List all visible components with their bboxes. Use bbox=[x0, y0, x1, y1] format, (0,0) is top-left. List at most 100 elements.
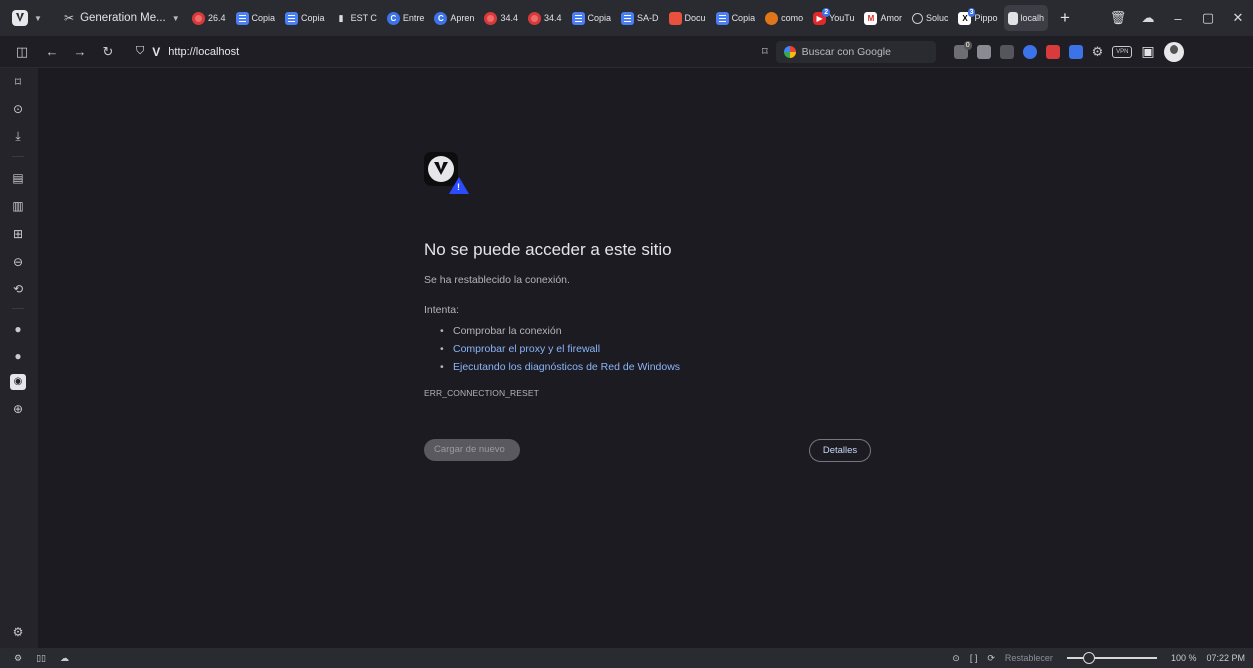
settings-icon[interactable]: ⚙ bbox=[10, 624, 26, 640]
new-tab-button[interactable]: + bbox=[1050, 8, 1080, 28]
web-panel-icon[interactable]: ● bbox=[10, 348, 26, 364]
tab-item[interactable]: SA-D bbox=[617, 5, 663, 31]
tab-item[interactable]: C Entre bbox=[383, 5, 429, 31]
tab-label: EST C bbox=[350, 13, 377, 23]
tab-item[interactable]: Soluc bbox=[908, 5, 953, 31]
pdf-icon bbox=[668, 11, 682, 25]
tab-item[interactable]: Copia bbox=[232, 5, 280, 31]
tiling-toggle-icon[interactable]: [ ] bbox=[970, 653, 978, 663]
tab-generation[interactable]: ✂ Generation Me... ▼ bbox=[56, 5, 186, 31]
reading-list-panel-icon[interactable]: ▥ bbox=[10, 198, 26, 214]
tab-label: 34.4 bbox=[543, 13, 562, 23]
tab-item[interactable]: ▮ EST C bbox=[331, 5, 381, 31]
red-circle-icon bbox=[527, 11, 541, 25]
bookmarks-panel-icon[interactable]: ⌑ bbox=[10, 74, 26, 90]
tab-badge: 3 bbox=[967, 7, 976, 17]
tab-label: Copia bbox=[587, 13, 612, 23]
translate-panel-icon[interactable]: ⊞ bbox=[10, 226, 26, 242]
tab-label: 26.4 bbox=[208, 13, 226, 23]
reload-button[interactable]: Cargar de nuevo bbox=[424, 439, 520, 461]
tiling-icon[interactable]: ▯▯ bbox=[36, 653, 46, 664]
notes-panel-icon[interactable]: ▤ bbox=[10, 170, 26, 186]
status-bar-right: ⊙ [ ] ⟳ Restablecer 100 % 07:22 PM bbox=[952, 652, 1253, 664]
web-panel-icon[interactable]: ● bbox=[10, 321, 26, 337]
zoom-slider-thumb[interactable] bbox=[1082, 652, 1095, 664]
zoom-slider[interactable] bbox=[1066, 652, 1157, 664]
minimize-button[interactable]: – bbox=[1163, 11, 1193, 26]
zoom-level: 100 % bbox=[1170, 653, 1197, 663]
error-code: ERR_CONNECTION_RESET bbox=[424, 388, 539, 398]
tools-icon: ✂ bbox=[64, 11, 75, 25]
shield-icon[interactable]: ⛉ bbox=[136, 45, 144, 58]
tab-item[interactable]: C Apren bbox=[430, 5, 478, 31]
history-panel-icon[interactable]: ⊙ bbox=[10, 101, 26, 117]
tab-item[interactable]: Copia bbox=[712, 5, 760, 31]
reload-icon[interactable]: ↻ bbox=[94, 44, 122, 60]
shield-extension-icon[interactable] bbox=[1068, 44, 1083, 59]
red-circle-icon bbox=[484, 11, 498, 25]
downloads-panel-icon[interactable]: ⤓ bbox=[10, 128, 26, 144]
page-content: ! No se puede acceder a este sitio Se ha… bbox=[38, 68, 1253, 648]
page-actions-icon[interactable]: ⟳ bbox=[987, 653, 995, 664]
tab-item[interactable]: ▶ 2 YouTu bbox=[809, 5, 858, 31]
c-icon: C bbox=[434, 11, 448, 25]
image-extension-icon[interactable] bbox=[976, 44, 991, 59]
chevron-down-icon: ▼ bbox=[171, 13, 180, 23]
tab-label: Entre bbox=[402, 13, 425, 23]
side-panel: ⌑ ⊙ ⤓ ▤ ▥ ⊞ ⊖ ⟲ ● ● ◉ ⊕ ⚙ bbox=[0, 68, 38, 648]
suggestion-proxy-firewall-link[interactable]: Comprobar el proxy y el firewall bbox=[438, 340, 680, 358]
url-field[interactable]: ⛉ V http://localhost bbox=[128, 41, 758, 63]
user-extension-icon[interactable] bbox=[1022, 44, 1037, 59]
panel-toggle-icon[interactable]: ⚙ bbox=[14, 653, 22, 664]
x-icon: X3 bbox=[958, 7, 976, 25]
divider bbox=[12, 156, 24, 157]
web-panel-active-icon[interactable]: ◉ bbox=[10, 374, 26, 390]
close-button[interactable]: ✕ bbox=[1223, 10, 1253, 26]
tab-item[interactable]: 34.4 bbox=[480, 5, 522, 31]
cloud-icon[interactable]: ☁ bbox=[1133, 10, 1163, 26]
tab-label: Docu bbox=[684, 13, 706, 23]
vpn-button[interactable]: VPN bbox=[1112, 45, 1133, 58]
bookmark-icon[interactable]: ⌑ bbox=[762, 45, 768, 58]
cloud-sync-icon[interactable]: ☁ bbox=[60, 653, 69, 664]
reset-zoom-button[interactable]: Restablecer bbox=[1005, 653, 1053, 663]
gift-icon[interactable]: ▣ bbox=[1141, 43, 1154, 60]
tab-item[interactable]: Docu bbox=[665, 5, 710, 31]
profile-avatar[interactable] bbox=[1163, 41, 1184, 62]
tab-item[interactable]: 26.4 bbox=[188, 5, 230, 31]
panel-toggle-icon[interactable]: ◫ bbox=[6, 44, 38, 60]
address-bar: ◫ ← → ↻ ⛉ V http://localhost ⌑ Buscar co… bbox=[0, 36, 1253, 68]
maximize-button[interactable]: ▢ bbox=[1193, 10, 1223, 26]
tab-item[interactable]: Copia bbox=[568, 5, 616, 31]
tab-label: Amor bbox=[880, 13, 902, 23]
tab-label: Copia bbox=[251, 13, 276, 23]
divider bbox=[12, 308, 24, 309]
tab-localhost[interactable]: localh bbox=[1003, 5, 1049, 31]
back-button[interactable]: ← bbox=[38, 44, 66, 59]
suggestion-diagnostics-link[interactable]: Ejecutando los diagnósticos de Red de Wi… bbox=[438, 358, 680, 376]
sync-panel-icon[interactable]: ⟲ bbox=[10, 281, 26, 297]
details-button[interactable]: Detalles bbox=[809, 439, 871, 462]
clock: 07:22 PM bbox=[1206, 653, 1245, 663]
tab-item[interactable]: 34.4 bbox=[524, 5, 566, 31]
search-field[interactable]: Buscar con Google bbox=[775, 40, 936, 63]
tab-item[interactable]: M Amor bbox=[860, 5, 906, 31]
vivaldi-menu-button[interactable]: ▼ bbox=[0, 0, 56, 36]
trash-icon[interactable]: 🗑 bbox=[1103, 10, 1133, 26]
tab-strip: ✂ Generation Me... ▼ 26.4 Copia Copia ▮ E… bbox=[56, 0, 1103, 36]
tab-item[interactable]: X 3 Pippo bbox=[954, 5, 1001, 31]
add-panel-icon[interactable]: ⊕ bbox=[10, 401, 26, 417]
url-text[interactable]: http://localhost bbox=[168, 46, 239, 58]
archive-extension-icon[interactable] bbox=[999, 44, 1014, 59]
red-extension-icon[interactable] bbox=[1045, 44, 1060, 59]
gmail-icon: M bbox=[864, 11, 878, 25]
search-placeholder: Buscar con Google bbox=[801, 45, 891, 58]
tab-item[interactable]: como bbox=[761, 5, 807, 31]
extensions-icon[interactable]: ⚙ bbox=[1092, 44, 1104, 60]
notes-extension-icon[interactable]: 0 bbox=[953, 40, 972, 59]
window-panel-icon[interactable]: ⊖ bbox=[10, 254, 26, 270]
tab-item[interactable]: Copia bbox=[281, 5, 329, 31]
error-title: No se puede acceder a este sitio bbox=[424, 240, 672, 259]
capture-icon[interactable]: ⊙ bbox=[952, 653, 960, 664]
forward-button[interactable]: → bbox=[66, 44, 94, 59]
